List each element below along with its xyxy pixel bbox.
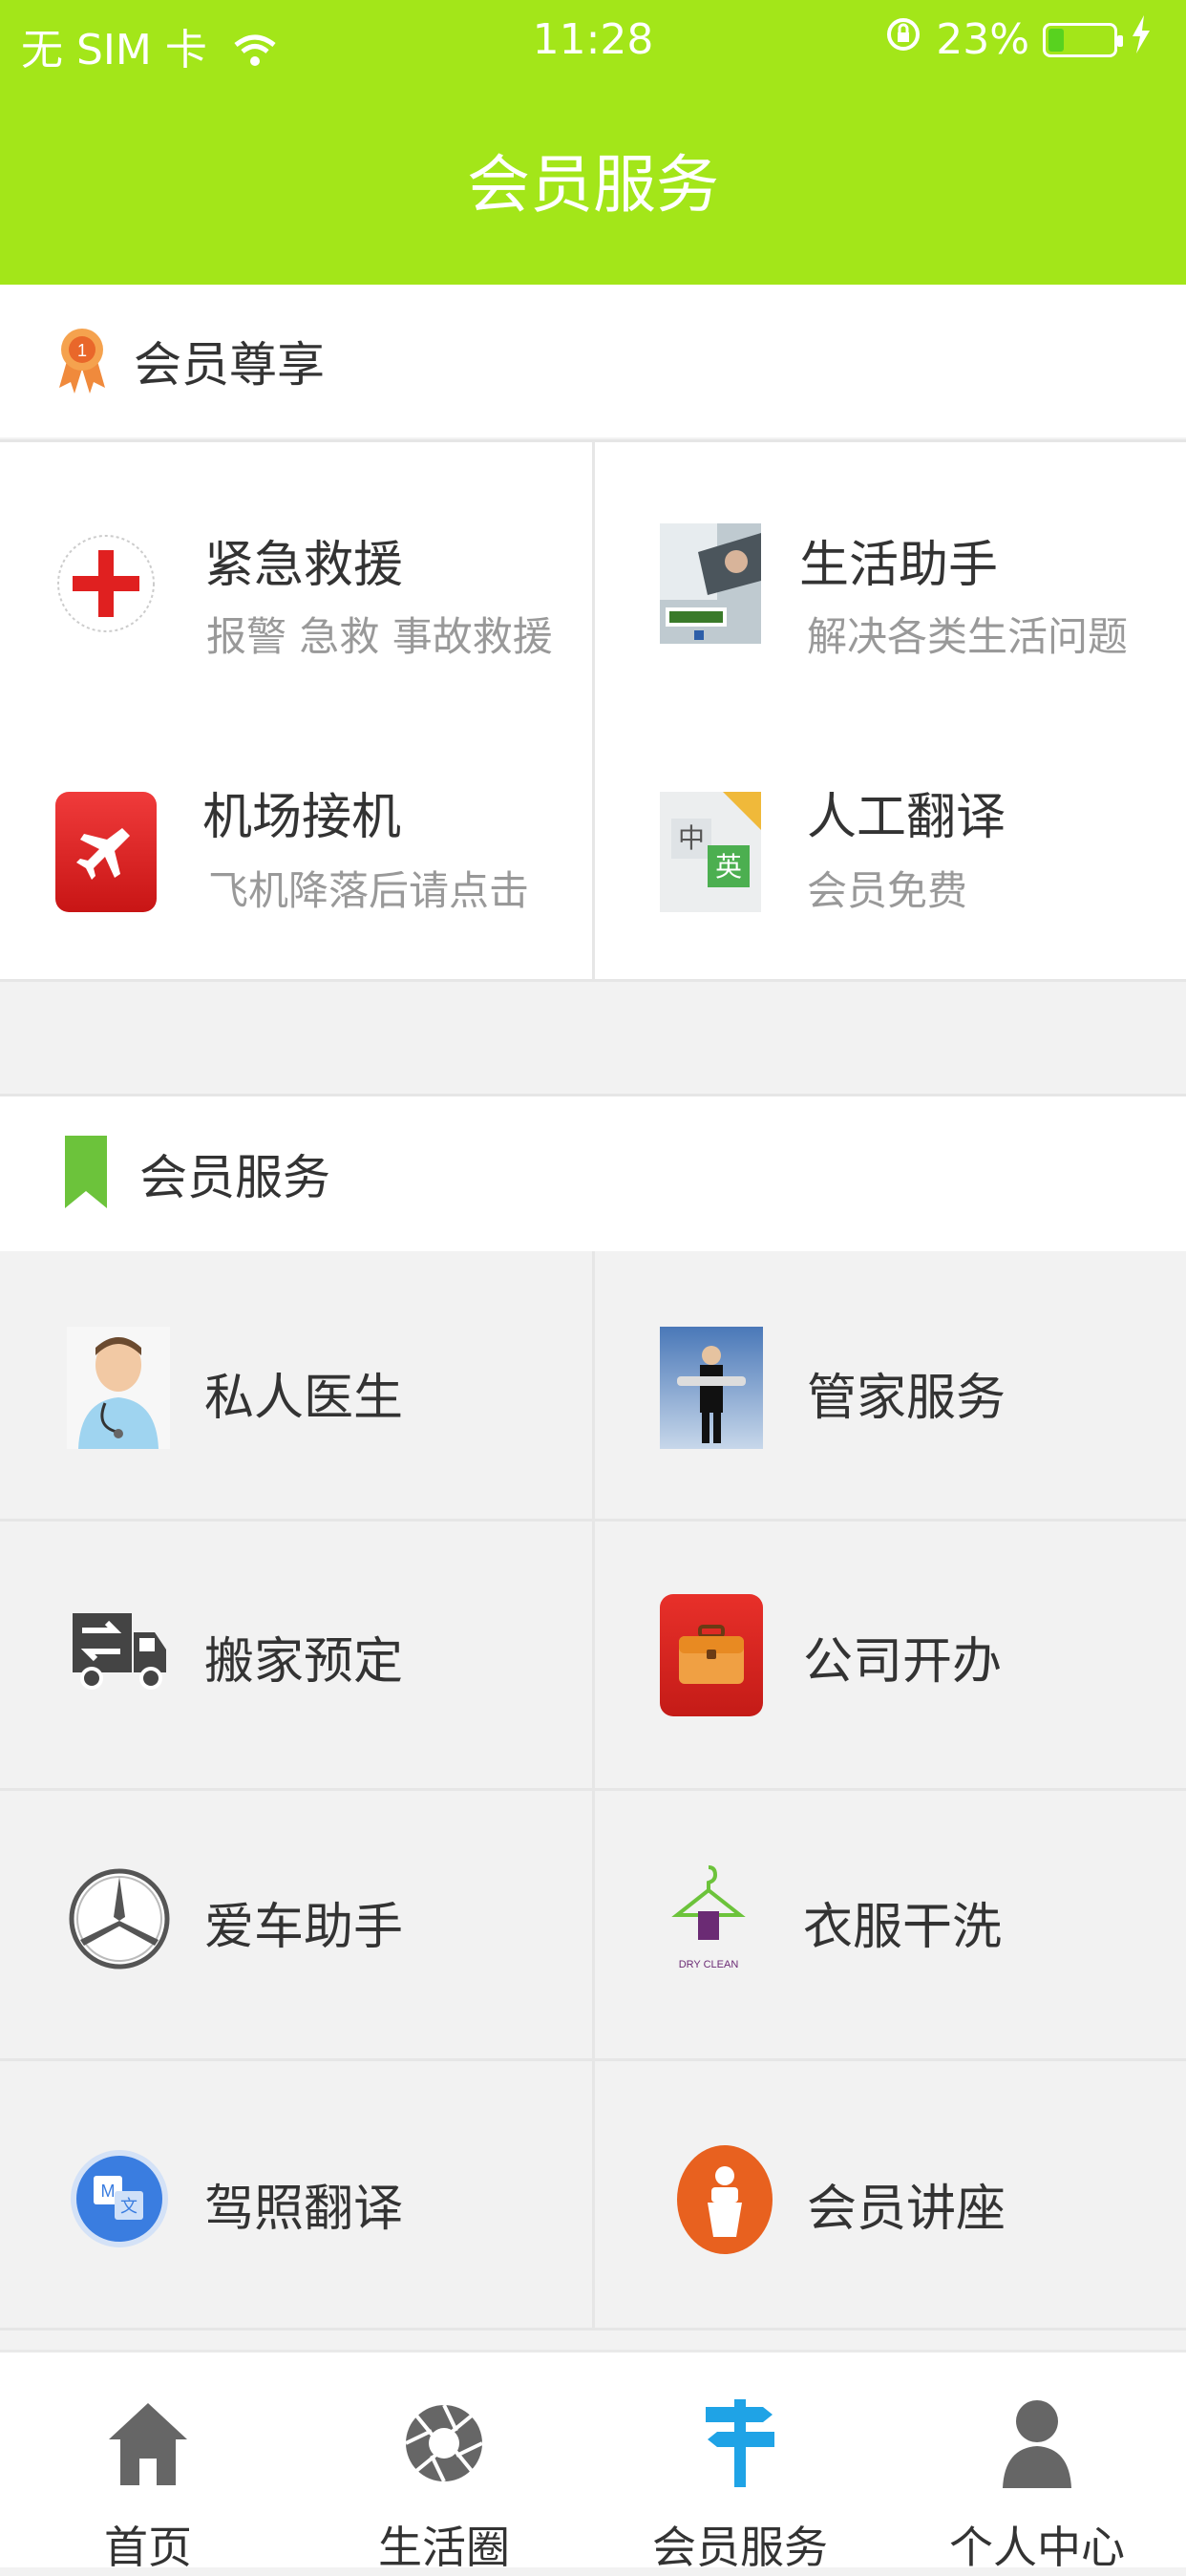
award-ribbon-icon: 1 (57, 325, 107, 397)
status-right: 23% (884, 15, 1152, 64)
dry-clean-icon: DRY CLEAN (656, 1858, 761, 1980)
item-title: 爱车助手 (204, 1899, 404, 1956)
tab-personal-center[interactable]: 个人中心 (888, 2352, 1186, 2573)
services-section-title: 会员服务 (139, 1150, 330, 1205)
svg-text:M: M (101, 2182, 116, 2201)
moving-booking-item[interactable]: 搬家预定 (0, 1522, 592, 1788)
tab-life-circle[interactable]: 生活圈 (296, 2352, 592, 2573)
page-title: 会员服务 (467, 148, 719, 222)
top-bar: 无 SIM 卡 11:28 23% 会员服务 (0, 0, 1186, 285)
item-subtitle: 报警 急救 事故救援 (206, 613, 553, 660)
status-bar: 无 SIM 卡 11:28 23% (0, 10, 1186, 75)
car-assistant-item[interactable]: 爱车助手 (0, 1791, 592, 2058)
item-title: 生活助手 (799, 537, 999, 594)
translate-zh-en-icon: 中 英 (660, 792, 761, 912)
item-title: 管家服务 (807, 1370, 1006, 1427)
member-lecture-item[interactable]: 会员讲座 (595, 2061, 1186, 2328)
premium-section-title: 会员尊享 (134, 337, 325, 393)
license-translation-item[interactable]: M 文 驾照翻译 (0, 2061, 592, 2328)
tab-label: 会员服务 (652, 2522, 828, 2573)
item-title: 衣服干洗 (803, 1899, 1003, 1956)
home-icon (0, 2391, 296, 2496)
human-translation-item[interactable]: 中 英 人工翻译 会员免费 (595, 710, 1186, 979)
bookmark-icon (65, 1136, 107, 1212)
services-section-header: 会员服务 (0, 1096, 1186, 1251)
moving-truck-icon (67, 1590, 172, 1713)
svg-text:中: 中 (678, 822, 705, 854)
item-subtitle: 飞机降落后请点击 (208, 867, 530, 914)
svg-text:文: 文 (120, 2197, 138, 2217)
item-title: 驾照翻译 (204, 2181, 404, 2238)
butler-service-item[interactable]: 管家服务 (595, 1254, 1186, 1519)
charging-icon (1131, 15, 1152, 64)
person-icon (888, 2391, 1186, 2496)
item-title: 会员讲座 (807, 2181, 1006, 2238)
battery-percent: 23% (936, 15, 1029, 64)
private-doctor-item[interactable]: 私人医生 (0, 1254, 592, 1519)
butler-icon (660, 1327, 763, 1449)
item-title: 人工翻译 (807, 789, 1006, 846)
doctor-icon (67, 1327, 170, 1449)
premium-section-header: 1 会员尊享 (0, 285, 1186, 437)
divider (0, 979, 1186, 982)
translate-icon: M 文 (67, 2138, 172, 2260)
orientation-lock-icon (884, 15, 922, 64)
divider (0, 2328, 1186, 2331)
dry-clean-label: DRY CLEAN (678, 1959, 739, 1970)
airport-pickup-item[interactable]: 机场接机 飞机降落后请点击 (0, 710, 592, 979)
item-title: 机场接机 (202, 789, 402, 846)
battery-icon (1043, 22, 1123, 57)
item-subtitle: 解决各类生活问题 (807, 613, 1129, 660)
item-title: 私人医生 (204, 1370, 404, 1427)
life-assistant-item[interactable]: 生活助手 解决各类生活问题 (595, 442, 1186, 710)
svg-text:1: 1 (77, 341, 87, 360)
life-assistant-photo (660, 523, 761, 644)
signpost-icon (592, 2391, 888, 2496)
emergency-rescue-item[interactable]: 紧急救援 报警 急救 事故救援 (0, 442, 592, 710)
tab-bar: 首页 生活圈 会员服务 个人中心 (0, 2350, 1186, 2573)
tab-label: 首页 (104, 2522, 192, 2573)
car-logo-icon (67, 1858, 172, 1980)
company-setup-item[interactable]: 公司开办 (595, 1522, 1186, 1788)
item-title: 公司开办 (803, 1633, 1003, 1691)
lecture-icon (675, 2143, 774, 2256)
item-title: 紧急救援 (204, 537, 404, 594)
tab-member-services[interactable]: 会员服务 (592, 2352, 888, 2573)
item-title: 搬家预定 (204, 1633, 404, 1691)
airplane-icon (55, 792, 157, 912)
briefcase-icon (660, 1594, 763, 1716)
tab-home[interactable]: 首页 (0, 2352, 296, 2573)
item-subtitle: 会员免费 (807, 867, 968, 914)
tab-label: 个人中心 (949, 2522, 1125, 2573)
dry-cleaning-item[interactable]: DRY CLEAN 衣服干洗 (595, 1791, 1186, 2058)
svg-text:英: 英 (715, 851, 742, 883)
tab-label: 生活圈 (378, 2522, 510, 2573)
red-cross-icon (55, 523, 157, 644)
aperture-icon (296, 2391, 592, 2496)
